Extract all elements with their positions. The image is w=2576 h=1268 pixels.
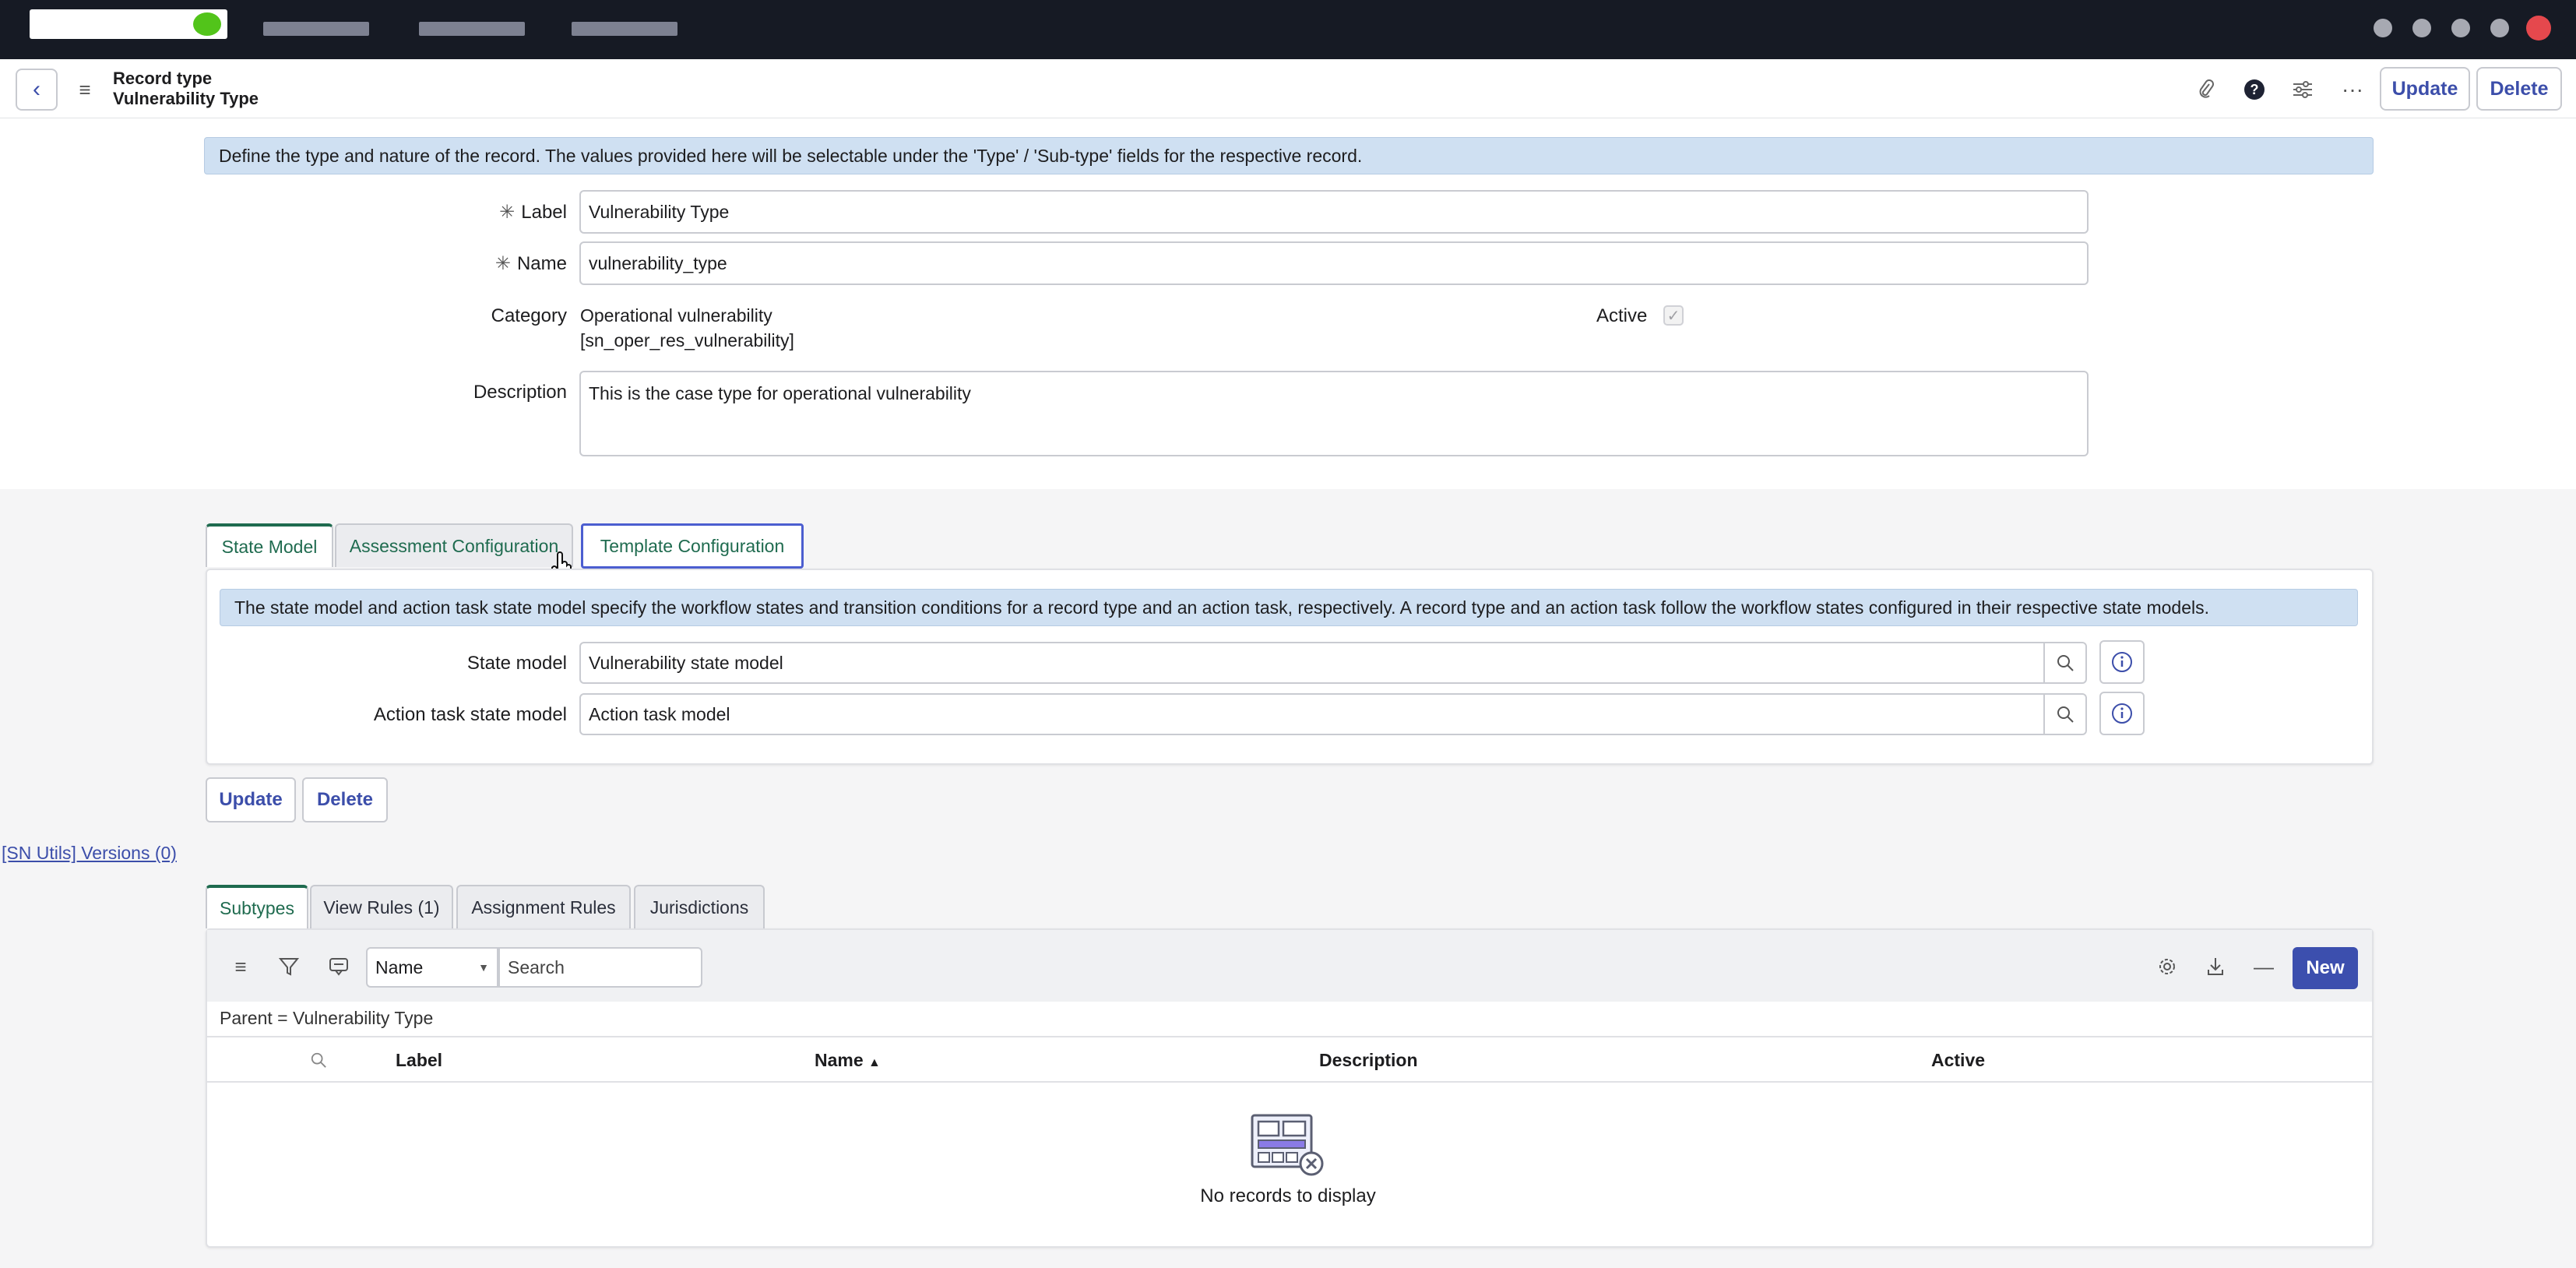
active-checkbox[interactable]: ✓ <box>1663 305 1684 326</box>
tab-assignment-rules[interactable]: Assignment Rules <box>456 885 631 928</box>
field-select[interactable]: Name ▼ <box>366 947 498 988</box>
nav-item-3[interactable] <box>572 22 677 36</box>
action-task-state-model-input[interactable]: Action task model <box>579 693 2045 735</box>
more-options-icon[interactable]: ··· <box>2338 75 2367 104</box>
header-title-type: Record type <box>113 69 213 88</box>
name-input[interactable]: vulnerability_type <box>579 241 2089 285</box>
state-model-lookup-button[interactable] <box>2043 642 2087 684</box>
state-model-info-button[interactable] <box>2099 640 2145 684</box>
back-button[interactable]: ‹ <box>16 69 58 111</box>
action-task-lookup-button[interactable] <box>2043 693 2087 735</box>
state-model-info-banner: The state model and action task state mo… <box>220 589 2358 626</box>
delete-button[interactable]: Delete <box>2476 67 2562 111</box>
active-field-label: Active <box>1596 305 1648 326</box>
search-icon <box>2057 706 2074 723</box>
nav-item-2[interactable] <box>419 22 525 36</box>
column-header-label[interactable]: Label <box>396 1050 442 1071</box>
caret-down-icon: ▼ <box>478 961 489 974</box>
empty-state-text: No records to display <box>1200 1185 1376 1206</box>
sn-utils-versions-link[interactable]: [SN Utils] Versions (0) <box>2 843 177 864</box>
filter-icon[interactable] <box>273 950 305 983</box>
checkmark-icon: ✓ <box>1666 307 1680 325</box>
nav-item-1[interactable] <box>263 22 369 36</box>
gear-icon[interactable] <box>2151 950 2184 983</box>
category-field-label: Category <box>491 305 567 326</box>
attachment-icon[interactable] <box>2191 75 2221 104</box>
divider <box>207 1081 2372 1083</box>
divider <box>207 1036 2372 1037</box>
description-textarea[interactable]: This is the case type for operational vu… <box>579 371 2089 456</box>
comment-icon[interactable] <box>322 950 355 983</box>
state-model-label: State model <box>466 653 567 674</box>
tab-template-configuration[interactable]: Template Configuration <box>581 523 804 569</box>
info-icon <box>2112 703 2132 724</box>
chevron-left-icon: ‹ <box>33 76 40 102</box>
description-field-label: Description <box>473 382 567 403</box>
settings-sliders-icon[interactable] <box>2288 75 2317 104</box>
list-filter-breadcrumb[interactable]: Parent = Vulnerability Type <box>220 1008 433 1029</box>
delete-button-bottom[interactable]: Delete <box>302 777 388 822</box>
tab-view-rules[interactable]: View Rules (1) <box>310 885 453 928</box>
category-value: Operational vulnerability <box>580 305 772 326</box>
tab-subtypes[interactable]: Subtypes <box>206 885 308 928</box>
update-button-bottom[interactable]: Update <box>206 777 296 822</box>
header-title-record: Vulnerability Type <box>113 89 259 108</box>
update-button[interactable]: Update <box>2380 67 2470 111</box>
tab-assessment-configuration[interactable]: Assessment Configuration <box>335 523 573 567</box>
context-menu-icon[interactable]: ≡ <box>73 78 97 101</box>
action-task-state-model-label: Action task state model <box>373 704 567 725</box>
nav-icon-alert[interactable] <box>2526 16 2551 41</box>
nav-icon-2[interactable] <box>2412 19 2431 37</box>
new-button[interactable]: New <box>2293 947 2358 989</box>
form-header <box>0 59 2576 118</box>
form-info-banner: Define the type and nature of the record… <box>204 137 2374 174</box>
top-nav <box>0 0 2576 59</box>
tab-jurisdictions[interactable]: Jurisdictions <box>634 885 765 928</box>
list-search-input[interactable]: Search <box>498 947 702 988</box>
empty-records-icon <box>1251 1114 1324 1176</box>
column-header-name[interactable]: Name ▲ <box>815 1050 881 1071</box>
status-dot <box>193 12 221 36</box>
collapse-icon[interactable]: — <box>2247 950 2280 983</box>
sort-ascending-icon: ▲ <box>868 1056 881 1069</box>
name-field-label: ✳ Name <box>494 253 567 274</box>
state-model-input[interactable]: Vulnerability state model <box>579 642 2045 684</box>
nav-icon-4[interactable] <box>2490 19 2509 37</box>
column-header-description[interactable]: Description <box>1319 1050 1418 1071</box>
column-search-icon[interactable] <box>302 1044 335 1076</box>
svg-text:?: ? <box>2250 82 2259 97</box>
category-table-name: [sn_oper_res_vulnerability] <box>580 330 794 350</box>
info-icon <box>2112 652 2132 672</box>
required-icon: ✳ <box>499 202 516 223</box>
nav-icon-3[interactable] <box>2451 19 2470 37</box>
tab-state-model[interactable]: State Model <box>206 523 333 567</box>
label-input[interactable]: Vulnerability Type <box>579 190 2089 234</box>
field-select-value: Name <box>375 956 424 977</box>
required-icon: ✳ <box>494 253 511 274</box>
download-icon[interactable] <box>2199 950 2232 983</box>
label-field-label: ✳ Label <box>499 202 567 223</box>
column-header-active[interactable]: Active <box>1931 1050 1985 1071</box>
list-menu-icon[interactable]: ≡ <box>224 950 257 983</box>
help-icon[interactable]: ? <box>2240 75 2269 104</box>
search-icon <box>2057 655 2074 671</box>
nav-icon-1[interactable] <box>2374 19 2392 37</box>
action-task-info-button[interactable] <box>2099 692 2145 735</box>
